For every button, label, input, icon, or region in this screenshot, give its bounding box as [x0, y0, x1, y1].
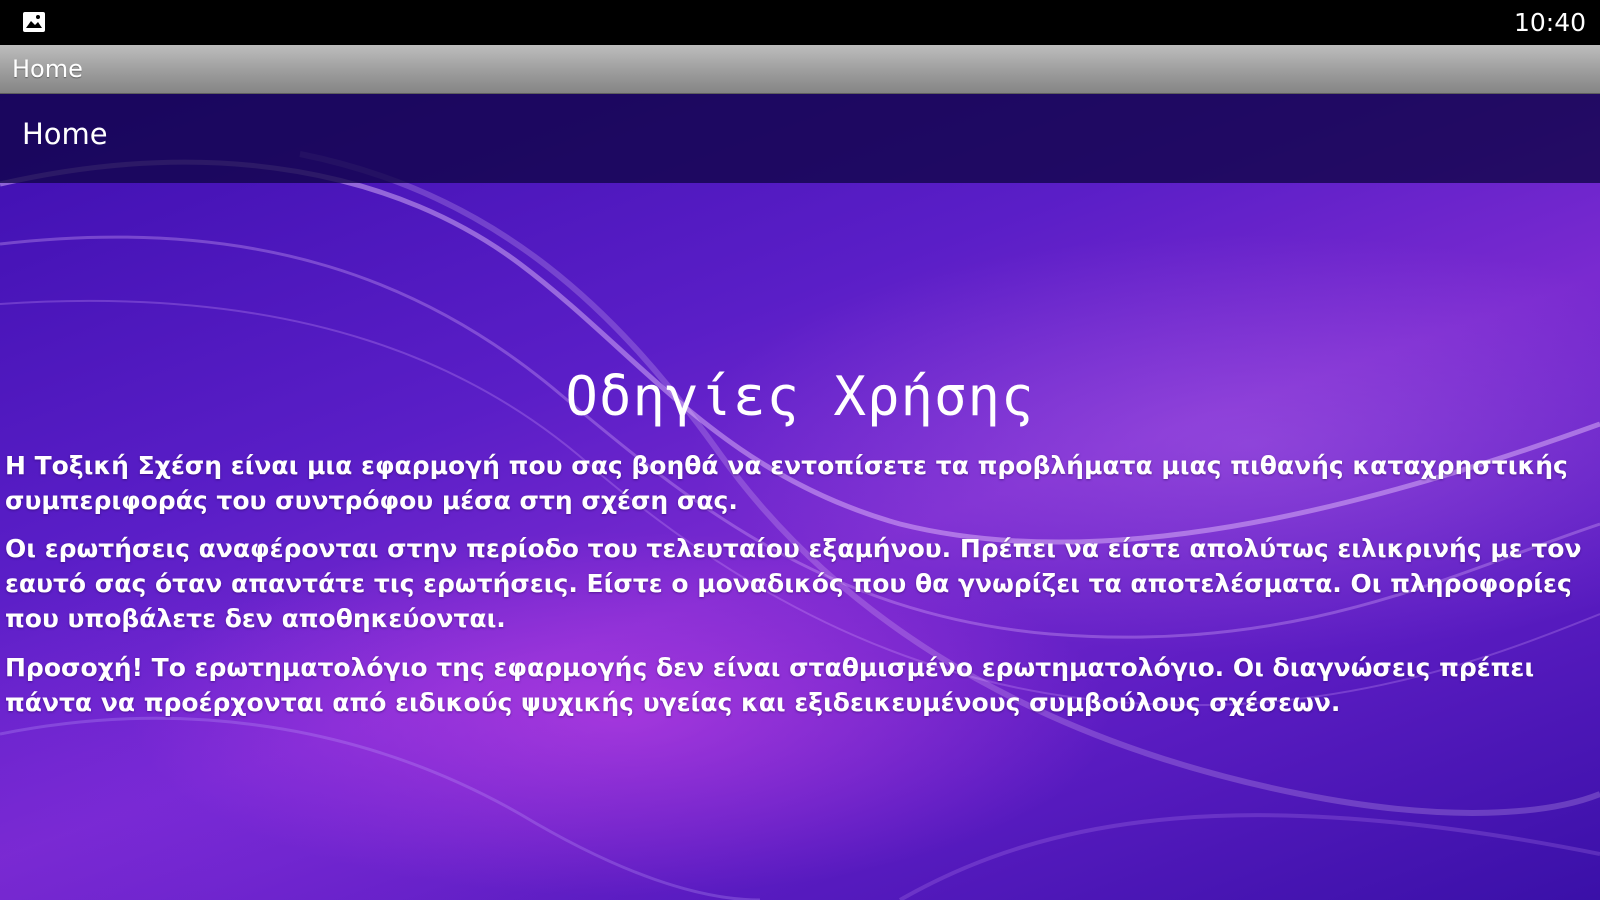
intro-paragraph: Η Τοξική Σχέση είναι μια εφαρμογή που σα…	[5, 451, 1568, 515]
nav-header-title: Home	[22, 117, 108, 151]
questions-paragraph: Οι ερωτήσεις αναφέρονται στην περίοδο το…	[5, 534, 1582, 633]
status-bar: 10:40	[0, 0, 1600, 45]
main-content: Home Οδηγίες Χρήσης Η Τοξική Σχέση είναι…	[0, 94, 1600, 900]
window-title: Home	[12, 55, 83, 83]
image-icon	[22, 11, 46, 33]
page-title: Οδηγίες Χρήσης	[565, 365, 1035, 428]
title-bar: Home	[0, 45, 1600, 94]
warning-paragraph: Προσοχή! Το ερωτηματολόγιο της εφαρμογής…	[5, 653, 1535, 717]
nav-header: Home	[0, 94, 1600, 183]
status-time: 10:40	[1513, 8, 1586, 37]
